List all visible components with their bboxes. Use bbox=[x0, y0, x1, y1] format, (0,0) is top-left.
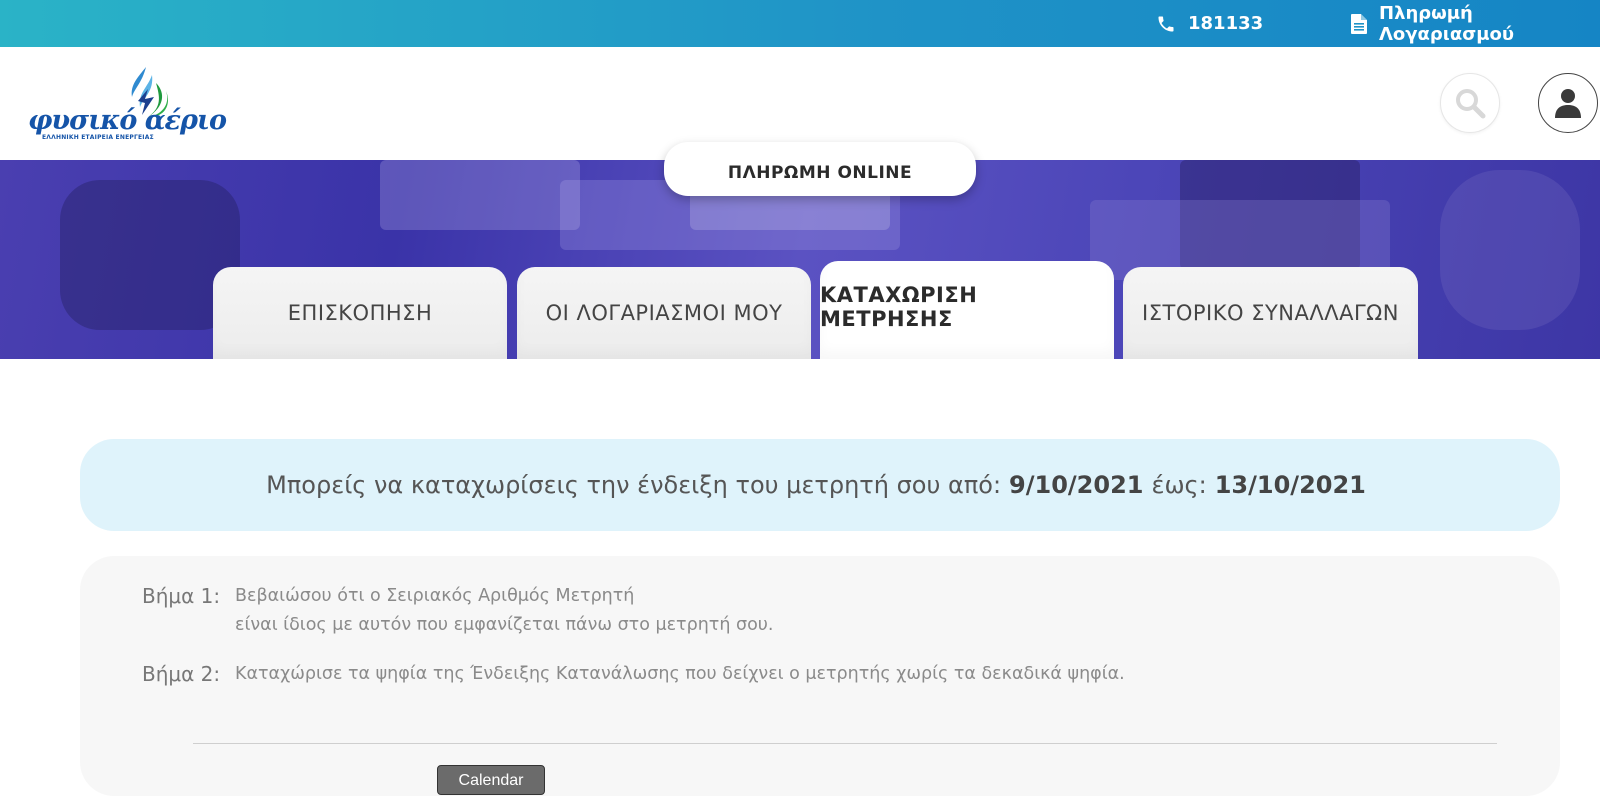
tab-my-accounts[interactable]: ΟΙ ΛΟΓΑΡΙΑΣΜΟΙ ΜΟΥ bbox=[517, 267, 811, 359]
phone-link[interactable]: 181133 bbox=[1156, 0, 1263, 47]
calendar-button[interactable]: Calendar bbox=[437, 765, 545, 795]
step-1-text: Βεβαιώσου ότι ο Σειριακός Αριθμός Μετρητ… bbox=[235, 582, 773, 640]
notice-from-date: 9/10/2021 bbox=[1009, 471, 1144, 499]
pay-bill-label: Πληρωμή Λογαριασμού bbox=[1379, 2, 1514, 45]
document-icon bbox=[1351, 13, 1367, 34]
logo[interactable]: φυσικό αέριο ΕΛΛΗΝΙΚΗ ΕΤΑΙΡΕΙΑ ΕΝΕΡΓΕΙΑΣ bbox=[28, 67, 227, 143]
notice-prefix: Μπορείς να καταχωρίσεις την ένδειξη του … bbox=[266, 471, 1002, 499]
step-1-label: Βήμα 1: bbox=[142, 584, 221, 608]
step-1-line-1: Βεβαιώσου ότι ο Σειριακός Αριθμός Μετρητ… bbox=[235, 586, 635, 606]
logo-subtitle: ΕΛΛΗΝΙΚΗ ΕΤΑΙΡΕΙΑ ΕΝΕΡΓΕΙΑΣ bbox=[42, 134, 154, 141]
pay-bill-link[interactable]: Πληρωμή Λογαριασμού bbox=[1351, 0, 1600, 47]
top-bar: 181133 Πληρωμή Λογαριασμού bbox=[0, 0, 1600, 47]
pay-online-button[interactable]: ΠΛΗΡΩΜΗ ONLINE bbox=[664, 142, 976, 196]
user-account-button[interactable] bbox=[1538, 73, 1598, 133]
search-icon bbox=[1456, 89, 1486, 119]
panel-divider bbox=[193, 743, 1497, 744]
tab-transaction-history[interactable]: ΙΣΤΟΡΙΚΟ ΣΥΝΑΛΛΑΓΩΝ bbox=[1123, 267, 1418, 359]
phone-icon bbox=[1156, 14, 1176, 34]
phone-number: 181133 bbox=[1188, 13, 1264, 34]
step-2-line-1: Καταχώρισε τα ψηφία της Ένδειξης Κατανάλ… bbox=[235, 664, 1125, 684]
reading-period-notice: Μπορείς να καταχωρίσεις την ένδειξη του … bbox=[80, 439, 1560, 531]
tab-overview[interactable]: ΕΠΙΣΚΟΠΗΣΗ bbox=[213, 267, 507, 359]
step-1-line-2: είναι ίδιος με αυτόν που εμφανίζεται πάν… bbox=[235, 615, 774, 635]
step-2-label: Βήμα 2: bbox=[142, 662, 221, 686]
tab-meter-reading[interactable]: ΚΑΤΑΧΩΡΙΣΗ ΜΕΤΡΗΣΗΣ bbox=[820, 261, 1114, 359]
search-button[interactable] bbox=[1440, 73, 1500, 133]
steps-panel: Βήμα 1: Βεβαιώσου ότι ο Σειριακός Αριθμό… bbox=[80, 556, 1560, 796]
user-icon bbox=[1555, 89, 1581, 118]
notice-to-date: 13/10/2021 bbox=[1214, 471, 1366, 499]
step-2-text: Καταχώρισε τα ψηφία της Ένδειξης Κατανάλ… bbox=[235, 660, 1125, 689]
logo-text: φυσικό αέριο bbox=[28, 105, 227, 136]
notice-middle: έως: bbox=[1151, 471, 1207, 499]
